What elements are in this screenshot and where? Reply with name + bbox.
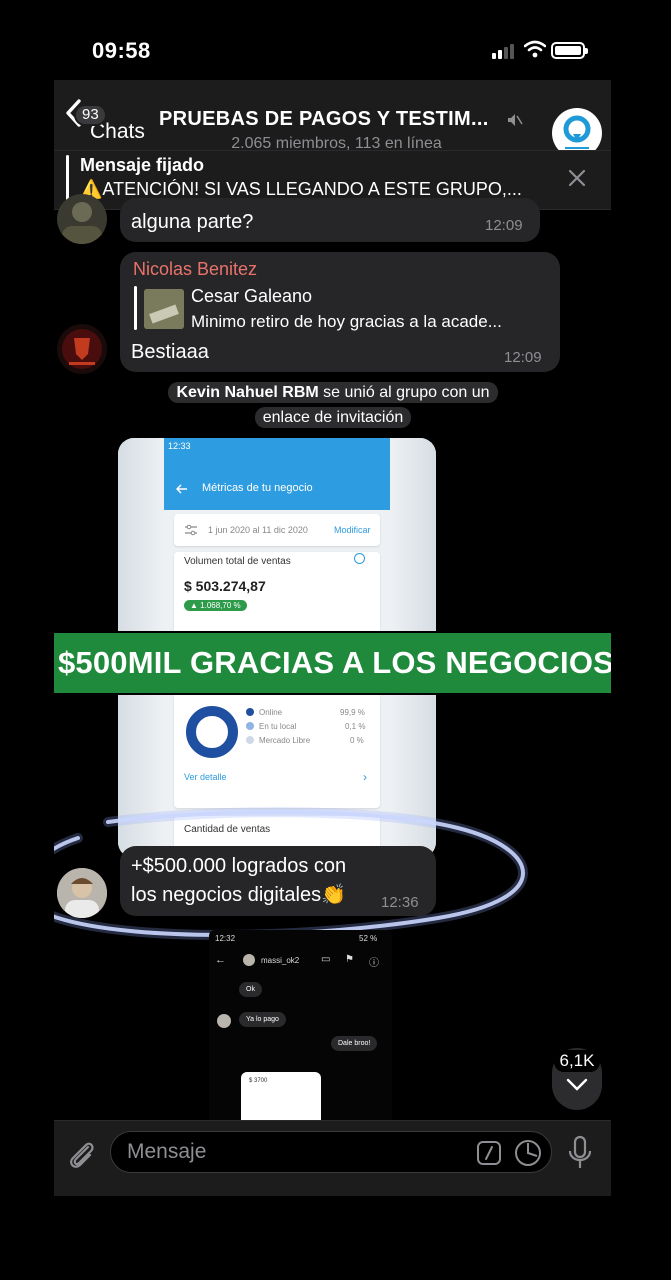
filter-icon — [185, 524, 197, 536]
sender-name[interactable]: Nicolas Benitez — [133, 259, 257, 280]
sticker-icon[interactable] — [515, 1140, 541, 1166]
pinned-text: ⚠️ATENCIÓN! SI VAS LLEGANDO A ESTE GRUPO… — [80, 179, 522, 199]
chevron-right-icon: › — [363, 770, 367, 784]
avatar — [217, 1014, 231, 1028]
service-message: Kevin Nahuel RBM se unió al grupo con un… — [148, 380, 518, 430]
signal-icon — [492, 44, 514, 59]
reply-text: Minimo retiro de hoy gracias a la acade.… — [191, 312, 502, 331]
arrow-left-icon — [176, 484, 187, 494]
message-input[interactable] — [127, 1140, 457, 1164]
donut-chart — [186, 706, 238, 758]
avatar — [243, 954, 255, 966]
unread-badge: 93 — [74, 104, 107, 126]
legend-value: 99,9 % — [340, 708, 365, 717]
legend-label: Online — [259, 708, 283, 717]
image-bubble: Ya lo pago — [239, 1012, 286, 1027]
phone-screen: 09:58 Chats 93 PRUEBAS DE PAGOS Y TESTIM… — [54, 18, 611, 1196]
legend-dot — [246, 736, 254, 744]
avatar[interactable] — [57, 324, 107, 374]
command-icon[interactable] — [477, 1141, 501, 1165]
legend-label: Mercado Libre — [259, 736, 311, 745]
image-status-time: 12:32 — [215, 934, 236, 943]
battery-icon — [551, 42, 588, 59]
paperclip-icon[interactable] — [66, 1137, 96, 1171]
pinned-title: Mensaje fijado — [80, 155, 205, 175]
message-time: 12:09 — [485, 217, 523, 234]
legend-dot — [246, 708, 254, 716]
image-app-title: Métricas de tu negocio — [202, 482, 313, 494]
joined-user[interactable]: Kevin Nahuel RBM — [176, 384, 318, 401]
image-battery: 52 % — [359, 934, 378, 943]
wifi-icon — [524, 40, 546, 58]
image-amount: $ 3700 — [249, 1078, 268, 1084]
status-time: 09:58 — [92, 38, 151, 63]
image-date-range: 1 jun 2020 al 11 dic 2020 — [208, 525, 308, 535]
image-sales-amount: $ 503.274,87 — [184, 578, 266, 594]
microphone-icon[interactable] — [566, 1135, 594, 1171]
image-modify-link: Modificar — [334, 525, 371, 535]
message-time: 12:36 — [381, 894, 419, 911]
group-title[interactable]: PRUEBAS DE PAGOS Y TESTIM... — [159, 108, 514, 131]
close-icon[interactable] — [568, 169, 586, 187]
reply-author: Cesar Galeano — [191, 286, 313, 306]
image-bubble: Dale broo! — [331, 1036, 378, 1051]
avatar[interactable] — [57, 868, 107, 918]
legend-value: 0,1 % — [345, 722, 366, 731]
info-icon: ⓘ — [369, 958, 379, 969]
chevron-down-icon — [566, 1078, 588, 1091]
avatar[interactable] — [57, 194, 107, 244]
legend-dot — [246, 722, 254, 730]
legend-value: 0 % — [350, 736, 364, 745]
unread-mentions-count: 6,1K — [554, 1050, 600, 1072]
image-username: massi_ok2 — [261, 956, 300, 965]
video-icon: ▭ — [321, 954, 331, 965]
composer — [54, 1120, 611, 1196]
shared-image[interactable]: 12:32 52 % ← massi_ok2 ▭ ⚑ ⓘ Ok Ya lo pa… — [209, 930, 392, 1130]
message-text: +$500.000 logrados con los negocios digi… — [131, 855, 347, 906]
message-text: Bestiaaa — [131, 341, 209, 363]
reply-thumbnail — [144, 289, 184, 329]
image-detail-link: Ver detalle — [184, 772, 227, 782]
info-icon — [354, 553, 365, 564]
image-status-time: 12:33 — [168, 441, 191, 451]
image-sales-label: Volumen total de ventas — [184, 556, 291, 567]
pinned-indicator — [66, 155, 69, 203]
image-growth-badge: ▲ 1.068,70 % — [184, 600, 247, 611]
message-text: alguna parte? — [131, 211, 254, 233]
message-field[interactable] — [110, 1131, 552, 1173]
arrow-left-icon: ← — [215, 954, 226, 966]
promo-banner: 🔥$500MIL GRACIAS A LOS NEGOCIOS🏦 — [54, 633, 611, 693]
flag-icon: ⚑ — [345, 954, 354, 965]
legend-label: En tu local — [259, 722, 297, 731]
message-time: 12:09 — [504, 349, 542, 366]
app-bar — [164, 438, 390, 510]
status-bar: 09:58 — [54, 18, 611, 80]
reply-indicator — [134, 286, 137, 330]
muted-icon — [508, 114, 523, 126]
chat-header: Chats 93 PRUEBAS DE PAGOS Y TESTIM... 2.… — [54, 80, 611, 158]
image-bubble: Ok — [239, 982, 262, 997]
